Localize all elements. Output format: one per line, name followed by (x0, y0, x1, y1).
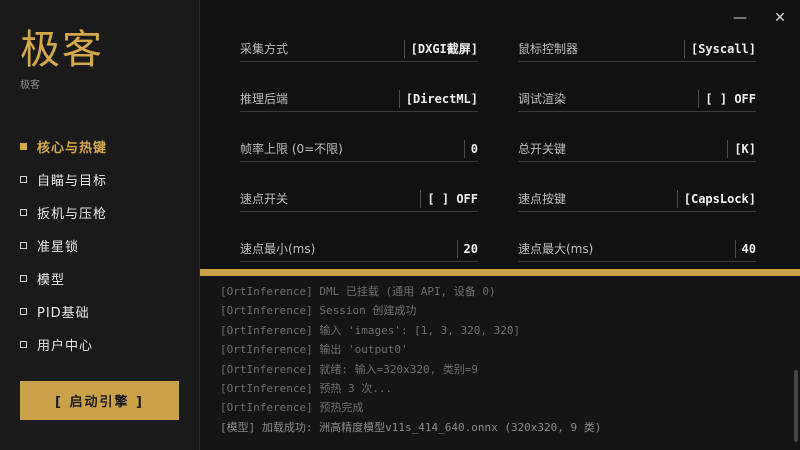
setting-label: 调试渲染 (518, 92, 567, 106)
sidebar-item-label: 自瞄与目标 (37, 174, 108, 189)
setting-capture-method: 采集方式 [DXGI截屏] (240, 36, 478, 62)
setting-label: 速点最大(ms) (518, 242, 594, 256)
log-scrollbar[interactable] (794, 370, 798, 442)
log-line: [OrtInference] 预热完成 (220, 401, 364, 415)
sidebar-nav: 核心与热键 自瞄与目标 扳机与压枪 准星锁 模型 PID基础 用户中心 (0, 130, 200, 361)
sidebar-item-trigger-recoil[interactable]: 扳机与压枪 (0, 196, 200, 229)
square-bullet-icon (20, 242, 27, 249)
log-line: [OrtInference] DML 已挂载 (通用 API, 设备 0) (220, 285, 496, 298)
setting-label: 帧率上限 (0=不限) (240, 142, 343, 156)
log-line: [OrtInference] 预热 3 次... (220, 382, 393, 396)
square-bullet-icon (20, 209, 27, 216)
setting-rapid-fire-min: 速点最小(ms) 20 (240, 236, 478, 262)
sidebar-item-label: 扳机与压枪 (37, 207, 108, 222)
square-bullet-icon (20, 143, 27, 150)
sidebar-item-aim-target[interactable]: 自瞄与目标 (0, 163, 200, 196)
close-icon[interactable]: ✕ (770, 8, 790, 28)
sidebar-item-core-hotkeys[interactable]: 核心与热键 (0, 130, 200, 163)
debug-render-toggle[interactable]: [ ] OFF (698, 89, 756, 108)
rapid-fire-min-input[interactable]: 20 (456, 239, 478, 258)
sidebar-item-model[interactable]: 模型 (0, 262, 200, 295)
log-console: [OrtInference] DML 已挂载 (通用 API, 设备 0) [O… (200, 276, 800, 450)
rapid-fire-toggle[interactable]: [ ] OFF (420, 189, 478, 208)
setting-label: 采集方式 (240, 42, 289, 56)
square-bullet-icon (20, 341, 27, 348)
inference-backend-select[interactable]: [DirectML] (398, 89, 478, 108)
setting-label: 推理后端 (240, 92, 289, 106)
log-line: [OrtInference] 输出 'output0' (220, 343, 408, 357)
log-line: [OrtInference] 输入 'images': [1, 3, 320, … (220, 323, 521, 337)
setting-debug-render: 调试渲染 [ ] OFF (518, 86, 756, 112)
log-line: [OrtInference] 就绪: 输入=320x320, 类别=9 (220, 362, 479, 376)
setting-label: 速点最小(ms) (240, 242, 316, 256)
sidebar-item-label: 模型 (37, 273, 66, 288)
app-logo-subtitle: 极客 (20, 80, 40, 91)
setting-rapid-fire-toggle: 速点开关 [ ] OFF (240, 186, 478, 212)
setting-label: 鼠标控制器 (518, 42, 579, 56)
app-logo-title: 极客 (20, 27, 104, 73)
mouse-controller-select[interactable]: [Syscall] (683, 39, 756, 58)
setting-label: 速点开关 (240, 192, 289, 206)
sidebar-item-crosshair-lock[interactable]: 准星锁 (0, 229, 200, 262)
setting-inference-backend: 推理后端 [DirectML] (240, 86, 478, 112)
sidebar-item-label: 用户中心 (37, 339, 94, 354)
sidebar-item-label: 核心与热键 (37, 141, 108, 156)
log-line: [OrtInference] Session 创建成功 (220, 304, 417, 318)
sidebar-item-label: 准星锁 (37, 240, 80, 255)
sidebar-item-pid-basics[interactable]: PID基础 (0, 295, 200, 328)
rapid-fire-max-input[interactable]: 40 (734, 239, 756, 258)
setting-rapid-fire-key: 速点按键 [CapsLock] (518, 186, 756, 212)
square-bullet-icon (20, 176, 27, 183)
sidebar: 极客 极客 核心与热键 自瞄与目标 扳机与压枪 准星锁 模型 PID基础 用户中… (0, 0, 200, 450)
setting-fps-limit: 帧率上限 (0=不限) 0 (240, 136, 478, 162)
sidebar-item-user-center[interactable]: 用户中心 (0, 328, 200, 361)
setting-label: 速点按键 (518, 192, 567, 206)
minimize-icon[interactable]: — (730, 8, 750, 28)
setting-label: 总开关键 (518, 142, 567, 156)
log-line: [模型] 加载成功: 洲高精度模型v11s_414_640.onnx (320x… (220, 420, 602, 434)
start-engine-button[interactable]: [ 启动引擎 ] (20, 381, 179, 420)
setting-master-switch-key: 总开关键 [K] (518, 136, 756, 162)
setting-mouse-controller: 鼠标控制器 [Syscall] (518, 36, 756, 62)
sidebar-item-label: PID基础 (37, 306, 90, 321)
setting-rapid-fire-max: 速点最大(ms) 40 (518, 236, 756, 262)
master-switch-key-input[interactable]: [K] (727, 139, 756, 158)
rapid-fire-key-input[interactable]: [CapsLock] (676, 189, 756, 208)
square-bullet-icon (20, 308, 27, 315)
panel-divider (200, 269, 800, 276)
fps-limit-input[interactable]: 0 (463, 139, 478, 158)
capture-method-select[interactable]: [DXGI截屏] (403, 39, 478, 58)
square-bullet-icon (20, 275, 27, 282)
